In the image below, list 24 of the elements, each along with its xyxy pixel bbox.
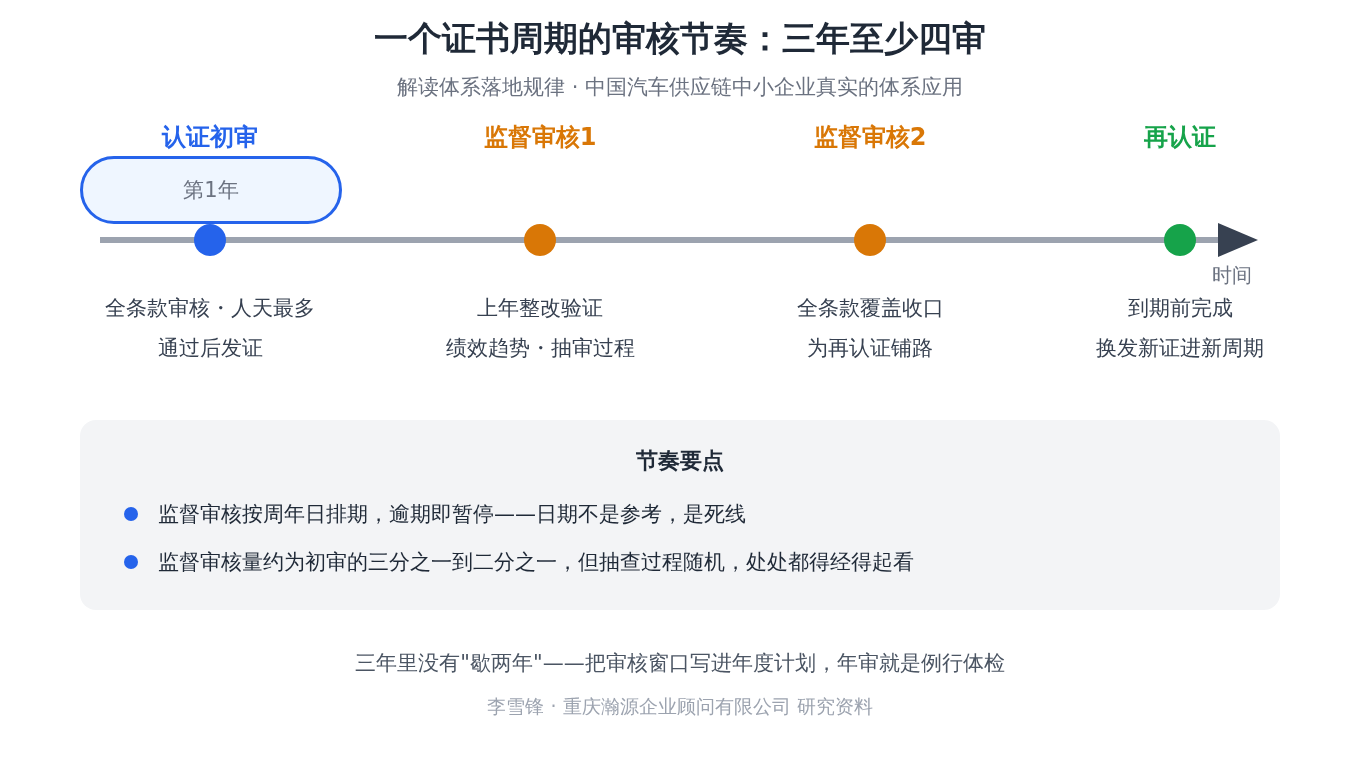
key-point: 监督审核按周年日排期，逾期即暂停——日期不是参考，是死线: [158, 501, 746, 528]
bullet-icon: [124, 555, 138, 569]
bullet-icon: [124, 507, 138, 521]
panel-title: 节奏要点: [636, 447, 724, 475]
milestone-title: 认证初审: [160, 122, 259, 152]
milestone-description: 为再认证铺路: [807, 335, 933, 362]
milestone-description: 通过后发证: [157, 335, 263, 362]
milestone-title: 再认证: [1143, 122, 1217, 152]
footer-note: 三年里没有"歇两年"——把审核窗口写进年度计划，年审就是例行体检: [355, 650, 1005, 677]
milestone-description: 全条款审核・人天最多: [105, 295, 315, 322]
milestone-description: 全条款覆盖收口: [796, 295, 944, 322]
year-badge: 第1年: [80, 156, 342, 224]
milestone-description: 上年整改验证: [477, 295, 603, 322]
footer-credit: 李雪锋 · 重庆瀚源企业顾问有限公司 研究资料: [487, 694, 873, 719]
page-subtitle: 解读体系落地规律 · 中国汽车供应链中小企业真实的体系应用: [397, 74, 963, 101]
key-point: 监督审核量约为初审的三分之一到二分之一，但抽查过程随机，处处都得经得起看: [158, 549, 914, 576]
milestone-description: 换发新证进新周期: [1096, 335, 1264, 362]
arrow-head-icon: [1218, 223, 1258, 257]
milestone-title: 监督审核2: [812, 122, 928, 152]
page-title: 一个证书周期的审核节奏：三年至少四审: [374, 17, 986, 60]
milestone-description: 到期前完成: [1127, 295, 1233, 322]
milestone-description: 绩效趋势・抽审过程: [445, 335, 635, 362]
axis-label: 时间: [1212, 262, 1252, 288]
milestone-title: 监督审核1: [482, 122, 598, 152]
